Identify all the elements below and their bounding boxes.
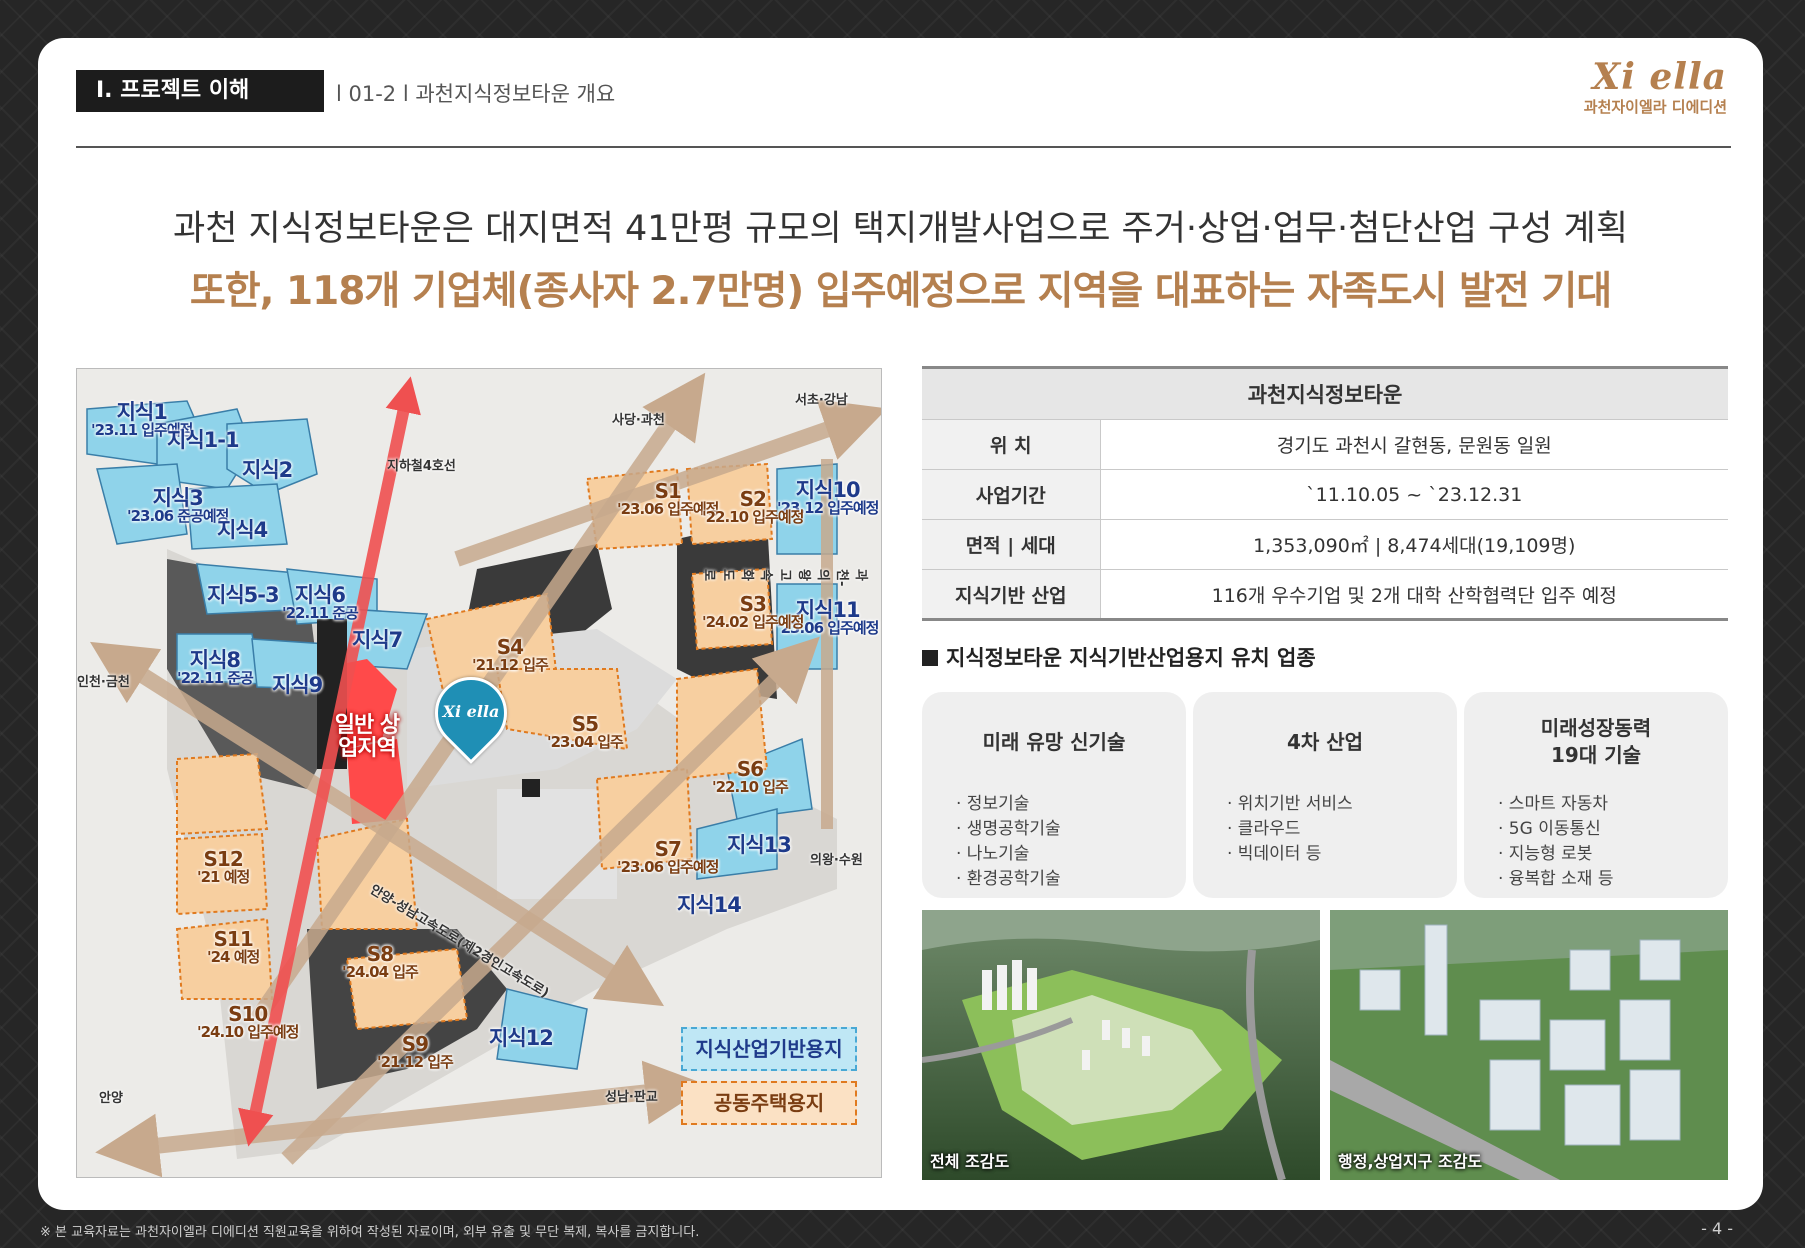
table-row: 위 치 경기도 과천시 갈현동, 문원동 일원 [922, 419, 1728, 470]
plot-label: S12'21 예정 [197, 847, 250, 886]
road-label: 서초·강남 [795, 393, 848, 408]
plot-label: 지식8'22.11 준공 [177, 648, 254, 688]
list-item: · 생명공학기술 [956, 819, 1061, 839]
plot-label: S7'23.06 입주예정 [617, 837, 719, 876]
plot-label: 지식14 [677, 893, 742, 917]
plot-label: 지식12 [489, 1026, 554, 1050]
industry-card: 미래 유망 신기술 · 정보기술 · 생명공학기술 · 나노기술 · 환경공학기… [922, 692, 1186, 898]
plot-label: 지식2 [242, 458, 293, 482]
photo-caption: 행정,상업지구 조감도 [1338, 1152, 1483, 1171]
table-value: 경기도 과천시 갈현동, 문원동 일원 [1100, 419, 1728, 470]
plot-label: 지식13 [727, 833, 792, 857]
aerial-image [1330, 910, 1728, 1180]
table-row: 사업기간 `11.10.05 ~ `23.12.31 [922, 469, 1728, 520]
industry-card: 4차 산업 · 위치기반 서비스 · 클라우드 · 빅데이터 등 [1193, 692, 1457, 898]
road-label: 과천-의왕고속화도로 [701, 569, 868, 587]
overview-table: 과천지식정보타운 위 치 경기도 과천시 갈현동, 문원동 일원 사업기간 `1… [922, 366, 1728, 621]
table-key: 사업기간 [922, 469, 1101, 520]
headline-line1: 과천 지식정보타운은 대지면적 41만평 규모의 택지개발사업으로 주거·상업·… [173, 209, 1628, 249]
plot-label: 지식7 [352, 628, 403, 652]
list-item: · 융복합 소재 등 [1498, 869, 1614, 889]
table-key: 지식기반 산업 [922, 569, 1101, 621]
aerial-image [922, 910, 1320, 1180]
logo-subtitle: 과천자이엘라 디에디션 [1583, 98, 1727, 116]
plot-label: S10'24.10 입주예정 [197, 1002, 299, 1041]
section-subtitle: l 01-2 l 과천지식정보타운 개요 [336, 82, 616, 106]
aerial-photo-commercial: 행정,상업지구 조감도 [1330, 910, 1728, 1180]
legend-housing: 공동주택용지 [681, 1081, 857, 1125]
table-title: 과천지식정보타운 [922, 366, 1728, 420]
list-item: · 정보기술 [956, 794, 1030, 814]
list-item: · 위치기반 서비스 [1227, 794, 1353, 814]
logo-mark: Xi ella [1592, 56, 1727, 98]
list-item: · 지능형 로봇 [1498, 844, 1593, 864]
table-value: 1,353,090㎡ | 8,474세대(19,109명) [1100, 519, 1728, 570]
aerial-photo-overall: 전체 조감도 [922, 910, 1320, 1180]
list-item: · 나노기술 [956, 844, 1030, 864]
plot-label: 지식5-3 [207, 583, 280, 607]
page-sheet: Ⅰ. 프로젝트 이해 l 01-2 l 과천지식정보타운 개요 Xi ella … [38, 38, 1763, 1210]
table-value: `11.10.05 ~ `23.12.31 [1100, 469, 1728, 520]
card-title: 미래성장동력 19대 기술 [1540, 716, 1652, 767]
table-key: 위 치 [922, 419, 1101, 470]
commercial-zone-label: 일반 상업지역 [334, 713, 400, 762]
plot-label: 지식4 [217, 518, 268, 542]
industries-title: 지식정보타운 지식기반산업용지 유치 업종 [922, 642, 1316, 672]
legend-knowledge: 지식산업기반용지 [681, 1027, 857, 1071]
plot-label: S11'24 예정 [207, 927, 260, 966]
plot-label: 지식9 [272, 673, 323, 697]
list-item: · 클라우드 [1227, 819, 1301, 839]
plot-label: 지식3'23.06 준공예정 [127, 486, 229, 526]
footer-note: ※ 본 교육자료는 과천자이엘라 디에디션 직원교육을 위하여 작성된 자료이며… [40, 1225, 700, 1240]
list-item: · 5G 이동통신 [1498, 819, 1601, 839]
plot-label: S5'23.04 입주 [547, 712, 624, 751]
list-item: · 빅데이터 등 [1227, 844, 1322, 864]
table-row: 지식기반 산업 116개 우수기업 및 2개 대학 산학협력단 입주 예정 [922, 569, 1728, 621]
list-item: · 스마트 자동차 [1498, 794, 1609, 814]
photo-caption: 전체 조감도 [930, 1152, 1010, 1171]
pin-logo: Xi ella [442, 702, 500, 721]
header-divider [76, 146, 1731, 148]
card-title: 미래 유망 신기술 [982, 729, 1126, 754]
brand-logo: Xi ella 과천자이엘라 디에디션 [1584, 56, 1727, 117]
road-label: 의왕·수원 [810, 853, 863, 868]
plot-label: S8'24.04 입주 [342, 942, 419, 981]
road-label: 안양 [99, 1091, 123, 1106]
plot-label: 지식1-1 [167, 428, 240, 452]
plot-label: S4'21.12 입주 [472, 635, 549, 674]
road-label: 인천·금천 [77, 675, 130, 690]
plot-label: 지식6'22.11 준공 [282, 583, 359, 623]
plot-label: S3'24.02 입주예정 [702, 592, 804, 631]
plot-label: S6'22.10 입주 [712, 757, 789, 796]
road-label: 성남·판교 [605, 1090, 658, 1105]
site-map: 지식1'23.11 입주예정 지식1-1 지식2 지식3'23.06 준공예정 … [76, 368, 882, 1178]
road-label: 지하철4호선 [387, 459, 456, 474]
card-title: 4차 산업 [1286, 729, 1364, 754]
page-number: - 4 - [1701, 1219, 1733, 1238]
industry-card: 미래성장동력 19대 기술 · 스마트 자동차 · 5G 이동통신 · 지능형 … [1464, 692, 1728, 898]
headline-line2: 또한, 118개 기업체(종사자 2.7만명) 입주예정으로 지역을 대표하는 … [189, 269, 1612, 314]
list-item: · 환경공학기술 [956, 869, 1061, 889]
plot-label: S2'22.10 입주예정 [702, 487, 804, 526]
square-bullet-icon [922, 650, 938, 666]
table-row: 면적 | 세대 1,353,090㎡ | 8,474세대(19,109명) [922, 519, 1728, 570]
road-label: 사당·과천 [612, 413, 665, 428]
table-value: 116개 우수기업 및 2개 대학 산학협력단 입주 예정 [1100, 569, 1728, 621]
section-tag: Ⅰ. 프로젝트 이해 [76, 70, 324, 112]
plot-label: S9'21.12 입주 [377, 1032, 454, 1071]
table-key: 면적 | 세대 [922, 519, 1101, 570]
